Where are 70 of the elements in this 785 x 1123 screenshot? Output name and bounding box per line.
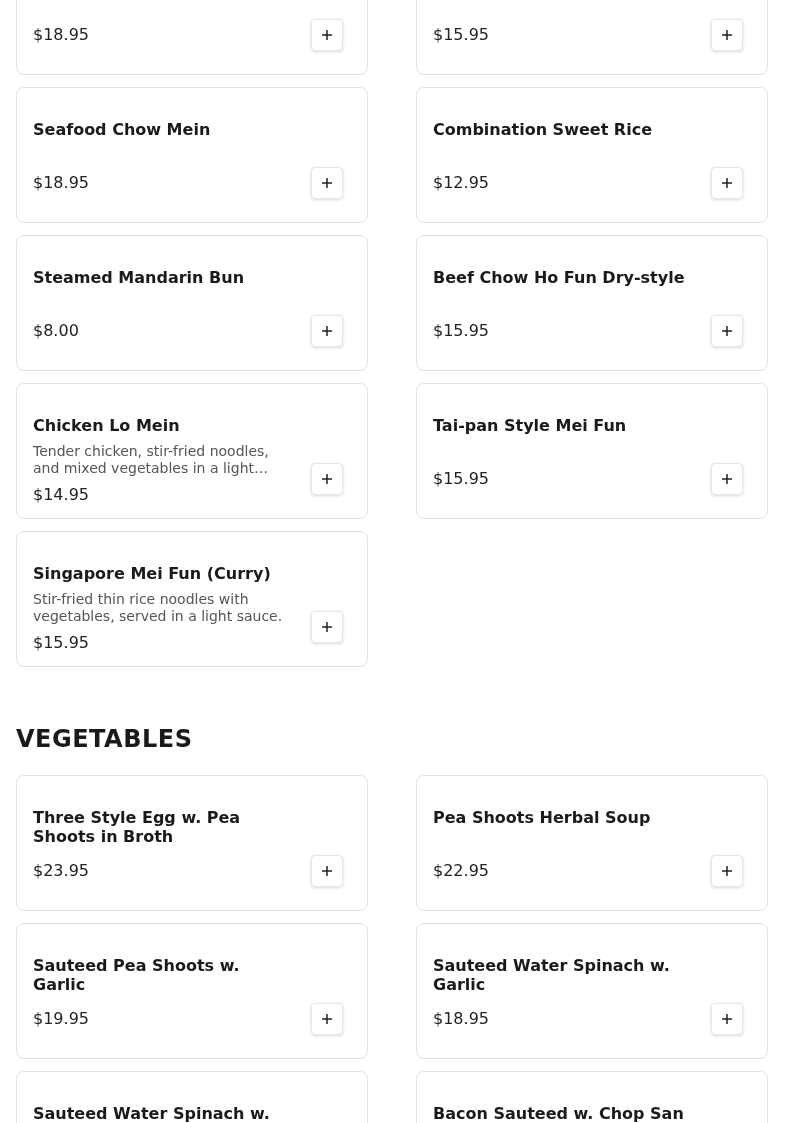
add-button[interactable] bbox=[311, 463, 343, 495]
item-name: Bacon Sauteed w. Chop San bbox=[433, 1104, 685, 1123]
item-price: $15.95 bbox=[33, 633, 90, 652]
item-name: Beef Chow Ho Fun Dry-style bbox=[433, 268, 686, 287]
item-name: Combination Sweet Rice bbox=[433, 120, 653, 139]
item-name: Singapore Mei Fun (Curry) bbox=[33, 564, 272, 583]
menu-item-card[interactable]: Tai-pan Style Mei Fun $15.95 bbox=[416, 383, 768, 519]
add-button[interactable] bbox=[711, 855, 743, 887]
menu-item-card[interactable]: Seafood Chow Mein $18.95 bbox=[16, 87, 368, 223]
item-price: $8.00 bbox=[33, 320, 80, 340]
menu-item-card[interactable]: Bacon Sauteed w. Chop San bbox=[416, 1071, 768, 1123]
add-button[interactable] bbox=[711, 463, 743, 495]
item-price: $18.95 bbox=[433, 1008, 490, 1028]
item-name: Seafood Chow Mein bbox=[33, 120, 212, 139]
menu-item-card[interactable]: Steamed Mandarin Bun $8.00 bbox=[16, 235, 368, 371]
menu-item-card[interactable]: Chicken Lo Mein Tender chicken, stir-fried noodles, and mixed vegetables in a light… $14.95 bbox=[16, 383, 368, 519]
add-button[interactable] bbox=[311, 315, 343, 347]
item-description: Tender chicken, stir-fried noodles, and mixed vegetables in a light… bbox=[33, 443, 270, 477]
item-name: Sauteed Water Spinach w. bbox=[33, 1104, 271, 1123]
add-button[interactable] bbox=[711, 1003, 743, 1035]
add-button[interactable] bbox=[311, 611, 343, 643]
menu-item-card[interactable]: Beef Chow Ho Fun Dry-style $15.95 bbox=[416, 235, 768, 371]
section-heading: VEGETABLES bbox=[16, 724, 194, 755]
plus-icon bbox=[722, 1014, 732, 1024]
menu-item-card[interactable]: Combination Sweet Rice $12.95 bbox=[416, 87, 768, 223]
item-price: $15.95 bbox=[433, 25, 490, 44]
menu-item-card[interactable]: Three Style Egg w. Pea Shoots in Broth $23.95 bbox=[16, 775, 368, 911]
add-button[interactable] bbox=[711, 19, 743, 51]
plus-icon bbox=[722, 30, 732, 40]
plus-icon bbox=[322, 30, 332, 40]
plus-icon bbox=[722, 326, 732, 336]
item-price: $23.95 bbox=[33, 860, 90, 880]
item-price: $22.95 bbox=[433, 860, 490, 880]
item-price: $15.95 bbox=[433, 320, 490, 340]
plus-icon bbox=[722, 178, 732, 188]
item-price: $18.95 bbox=[33, 25, 90, 44]
plus-icon bbox=[322, 1014, 332, 1024]
item-name: Sauteed Pea Shoots w. Garlic bbox=[33, 956, 241, 994]
add-button[interactable] bbox=[311, 167, 343, 199]
plus-icon bbox=[322, 866, 332, 876]
item-description: Stir-fried thin rice noodles with vegetables, served in a light sauce. bbox=[33, 591, 284, 625]
plus-icon bbox=[722, 474, 732, 484]
item-price: $14.95 bbox=[33, 485, 90, 504]
item-name: Sauteed Water Spinach w. Garlic bbox=[433, 956, 671, 994]
menu-item-card[interactable]: Singapore Mei Fun (Curry) Stir-fried thin rice noodles with vegetables, served in a light sauce. $15.95 bbox=[16, 531, 368, 667]
menu-item-card[interactable]: Pea Shoots Herbal Soup $22.95 bbox=[416, 775, 768, 911]
menu-item-card[interactable]: Sauteed Water Spinach w. bbox=[16, 1071, 368, 1123]
menu-item-card[interactable]: $15.95 bbox=[416, 0, 768, 75]
plus-icon bbox=[322, 622, 332, 632]
item-name: Chicken Lo Mein bbox=[33, 416, 181, 435]
add-button[interactable] bbox=[311, 19, 343, 51]
item-price: $15.95 bbox=[433, 468, 490, 488]
plus-icon bbox=[322, 178, 332, 188]
item-price: $18.95 bbox=[33, 172, 90, 192]
add-button[interactable] bbox=[311, 1003, 343, 1035]
item-price: $19.95 bbox=[33, 1008, 90, 1028]
add-button[interactable] bbox=[711, 315, 743, 347]
add-button[interactable] bbox=[311, 855, 343, 887]
plus-icon bbox=[322, 326, 332, 336]
item-price: $12.95 bbox=[433, 172, 490, 192]
menu-item-card[interactable]: $18.95 bbox=[16, 0, 368, 75]
item-name: Three Style Egg w. Pea Shoots in Broth bbox=[33, 808, 242, 846]
add-button[interactable] bbox=[711, 167, 743, 199]
menu-item-card[interactable]: Sauteed Water Spinach w. Garlic $18.95 bbox=[416, 923, 768, 1059]
plus-icon bbox=[722, 866, 732, 876]
item-name: Steamed Mandarin Bun bbox=[33, 268, 246, 287]
item-name: Pea Shoots Herbal Soup bbox=[433, 808, 652, 827]
plus-icon bbox=[322, 474, 332, 484]
item-name: Tai-pan Style Mei Fun bbox=[433, 416, 628, 435]
menu-item-card[interactable]: Sauteed Pea Shoots w. Garlic $19.95 bbox=[16, 923, 368, 1059]
